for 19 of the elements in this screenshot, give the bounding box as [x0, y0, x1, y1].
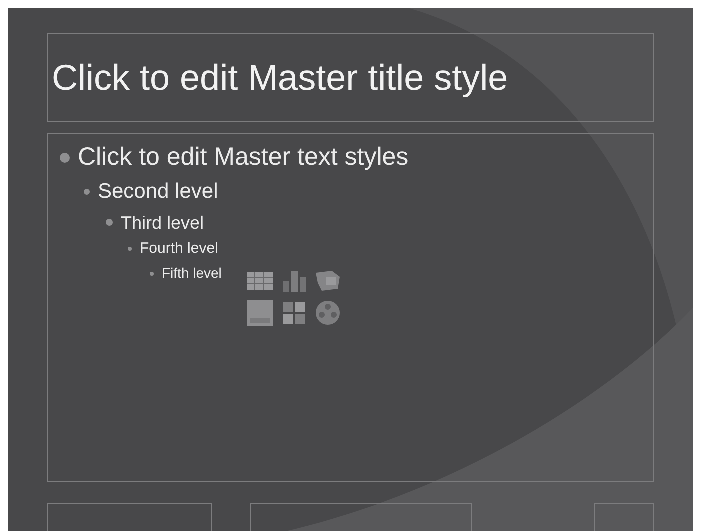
bullet-icon: [60, 152, 70, 163]
film-reel-icon[interactable]: [314, 298, 342, 327]
date-placeholder[interactable]: [47, 503, 212, 531]
outline-text: Fourth level: [140, 240, 218, 259]
bullet-icon: [128, 247, 132, 252]
bullet-icon: [106, 219, 113, 226]
bullet-icon: [150, 272, 154, 276]
title-text: Click to edit Master title style: [52, 56, 508, 100]
outline-text: Fifth level: [162, 264, 222, 282]
outline-text: Click to edit Master text styles: [78, 142, 409, 173]
outline-text: Third level: [121, 212, 204, 234]
title-placeholder[interactable]: Click to edit Master title style: [47, 33, 654, 122]
slide-number-placeholder[interactable]: [594, 503, 654, 531]
picture-icon[interactable]: [246, 298, 274, 327]
body-placeholder[interactable]: Click to edit Master text styles Second level Third level Fourth level Fifth level: [47, 133, 654, 482]
outline-text: Second level: [98, 179, 218, 206]
diagram-icon[interactable]: [314, 268, 342, 293]
footer-placeholder[interactable]: [250, 503, 472, 531]
bullet-icon: [84, 189, 90, 196]
